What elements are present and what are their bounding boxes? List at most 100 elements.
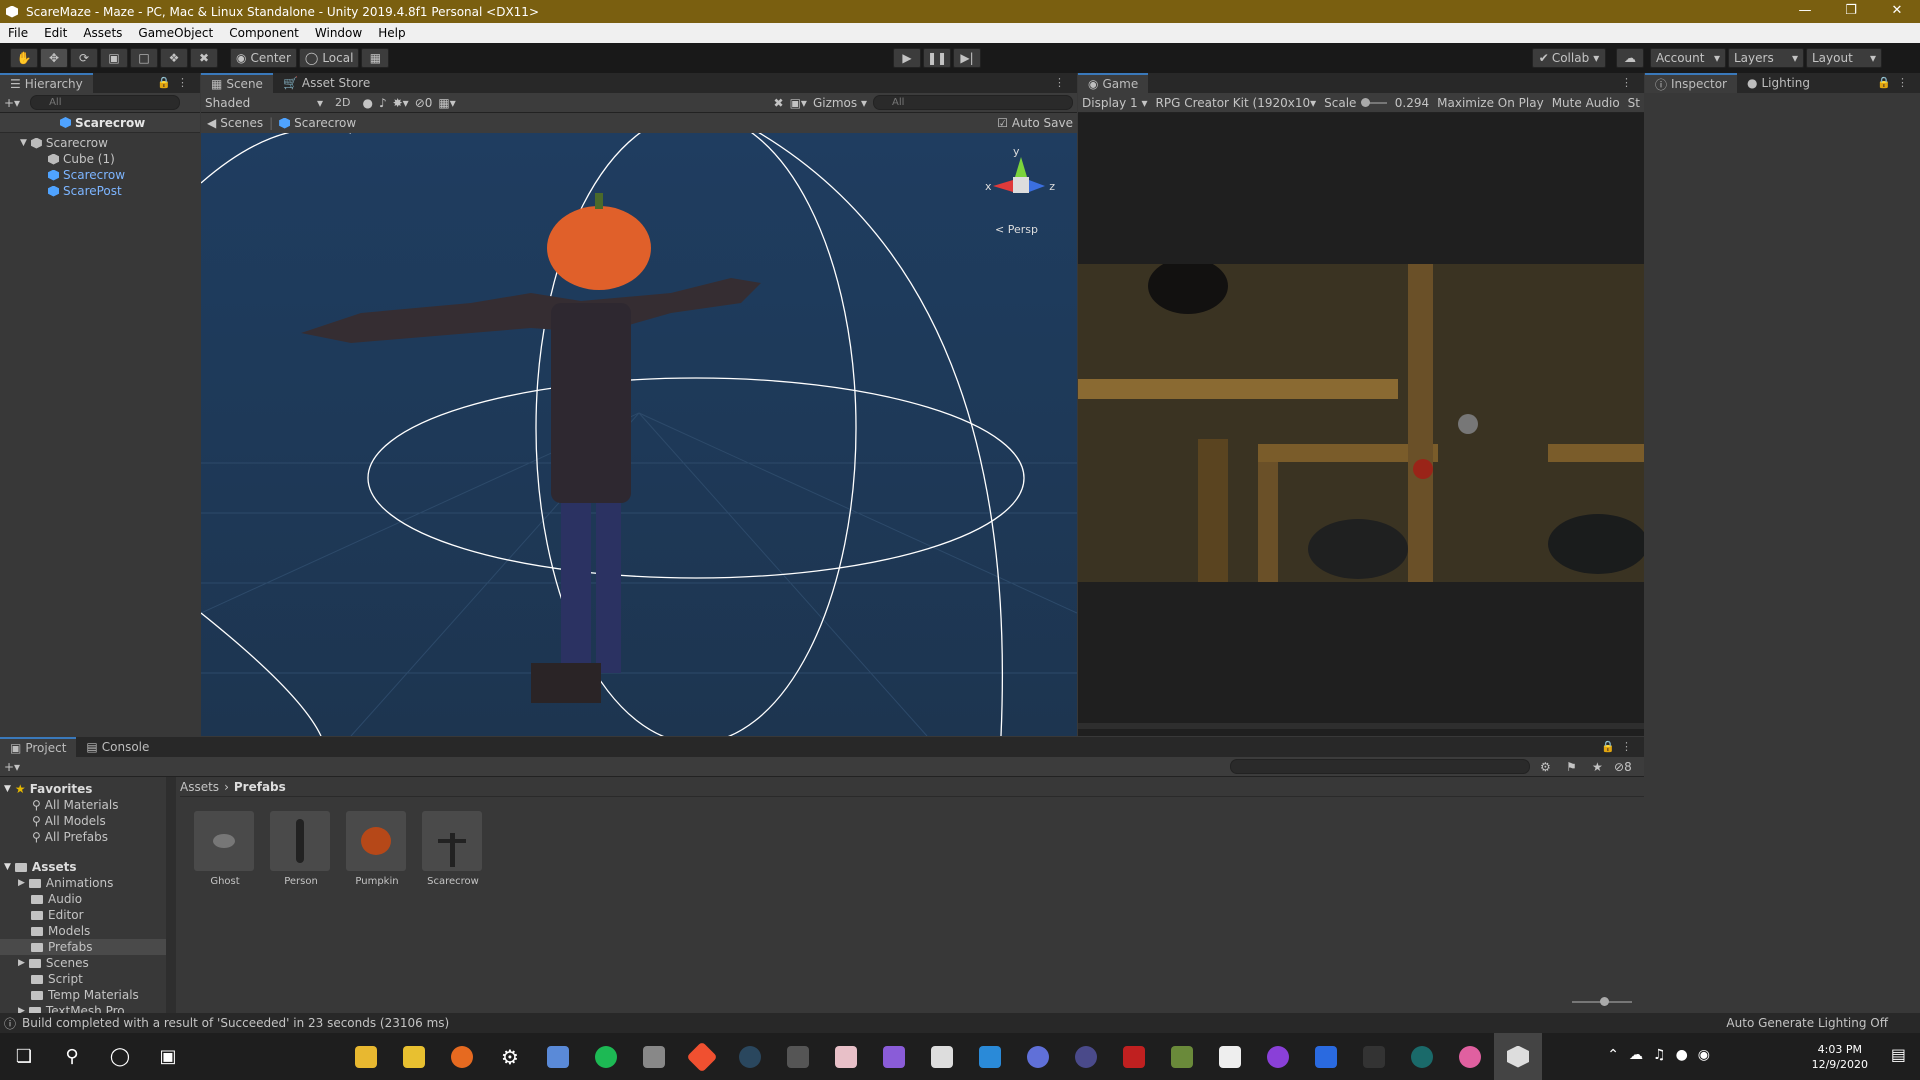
tab-asset-store[interactable]: 🛒 Asset Store bbox=[273, 73, 380, 93]
steam-icon[interactable] bbox=[726, 1033, 774, 1080]
firefox-icon[interactable] bbox=[438, 1033, 486, 1080]
menu-icon[interactable]: ⋮ bbox=[1621, 76, 1638, 89]
tab-project[interactable]: ▣ Project bbox=[0, 737, 77, 757]
display-dropdown[interactable]: Display 1 ▾ bbox=[1082, 96, 1148, 110]
settings-icon[interactable]: ⚙ bbox=[486, 1033, 534, 1080]
tree-item[interactable]: Cube (1) bbox=[48, 151, 200, 167]
lock-icon[interactable]: 🔒⋮ bbox=[1601, 740, 1638, 753]
game-scrollbar[interactable] bbox=[1078, 723, 1644, 729]
shading-dropdown[interactable]: Shaded ▾ bbox=[205, 96, 323, 110]
menu-help[interactable]: Help bbox=[370, 23, 413, 43]
asset-item[interactable]: Person bbox=[270, 811, 332, 887]
menu-component[interactable]: Component bbox=[221, 23, 307, 43]
unity-hub-icon[interactable] bbox=[918, 1033, 966, 1080]
menu-icon[interactable]: ⋮ bbox=[1054, 76, 1071, 89]
folder-item[interactable]: Audio bbox=[0, 891, 168, 907]
mute-audio-toggle[interactable]: Mute Audio bbox=[1552, 96, 1620, 110]
back-icon[interactable]: ◀ bbox=[207, 116, 216, 130]
pivot-center-button[interactable]: ◉ Center bbox=[230, 48, 297, 68]
expand-icon[interactable]: ▼ bbox=[20, 135, 27, 151]
folder-item[interactable]: Script bbox=[0, 971, 168, 987]
collab-button[interactable]: ✔ Collab ▾ bbox=[1532, 48, 1606, 68]
filezilla-icon[interactable] bbox=[1110, 1033, 1158, 1080]
audio-icon[interactable]: ♪ bbox=[379, 96, 387, 110]
icon-size-slider-handle[interactable] bbox=[1600, 997, 1609, 1006]
tab-inspector[interactable]: ⓘ Inspector bbox=[1645, 73, 1737, 93]
hierarchy-search-input[interactable]: All bbox=[30, 95, 181, 110]
blue-app-icon[interactable] bbox=[1302, 1033, 1350, 1080]
2d-toggle[interactable]: 2D bbox=[329, 96, 356, 109]
assets-header[interactable]: ▼ Assets bbox=[0, 859, 168, 875]
restore-icon[interactable]: ❐ bbox=[1828, 0, 1874, 23]
menu-file[interactable]: File bbox=[0, 23, 36, 43]
favorite-item[interactable]: ⚲ All Prefabs bbox=[0, 829, 168, 845]
menu-assets[interactable]: Assets bbox=[75, 23, 130, 43]
favorite-star-icon[interactable]: ★ bbox=[1592, 760, 1603, 774]
notion-icon[interactable] bbox=[1206, 1033, 1254, 1080]
folder-item[interactable]: Temp Materials bbox=[0, 987, 168, 1003]
tree-item[interactable]: ScarePost bbox=[48, 183, 200, 199]
menu-gameobject[interactable]: GameObject bbox=[130, 23, 221, 43]
folder-item[interactable]: ▶ Scenes bbox=[0, 955, 168, 971]
minimize-icon[interactable]: — bbox=[1782, 0, 1828, 23]
folder-item-selected[interactable]: Prefabs bbox=[0, 939, 168, 955]
play-button[interactable]: ▶ bbox=[893, 48, 921, 68]
anime-app-icon[interactable] bbox=[822, 1033, 870, 1080]
app-icon[interactable] bbox=[774, 1033, 822, 1080]
scale-slider[interactable] bbox=[1361, 97, 1387, 107]
account-dropdown[interactable]: Account ▾ bbox=[1650, 48, 1726, 68]
scene-header[interactable]: Scarecrow bbox=[0, 113, 200, 133]
custom-tool-icon[interactable]: ✖ bbox=[190, 48, 218, 68]
folder-item[interactable]: ▶ TextMesh Pro bbox=[0, 1003, 168, 1013]
asset-item[interactable]: Ghost bbox=[194, 811, 256, 887]
media-icon[interactable] bbox=[1254, 1033, 1302, 1080]
create-icon[interactable]: +▾ bbox=[4, 760, 20, 774]
hand-tool-icon[interactable]: ✋ bbox=[10, 48, 38, 68]
files-icon[interactable] bbox=[390, 1033, 438, 1080]
clock[interactable]: 4:03 PM 12/9/2020 bbox=[1812, 1042, 1868, 1072]
hidden-packages-icon[interactable]: ⊘8 bbox=[1614, 760, 1632, 774]
system-tray-icons[interactable]: ⌃☁♫●◉ bbox=[1607, 1047, 1720, 1063]
scale-slider-handle[interactable] bbox=[1361, 97, 1371, 107]
lock-icon[interactable]: 🔒⋮ bbox=[157, 76, 194, 89]
menu-window[interactable]: Window bbox=[307, 23, 370, 43]
scale-tool-icon[interactable]: ▣ bbox=[100, 48, 128, 68]
tab-game[interactable]: ◉ Game bbox=[1078, 73, 1149, 93]
favorite-item[interactable]: ⚲ All Materials bbox=[0, 797, 168, 813]
gizmos-dropdown[interactable]: Gizmos ▾ bbox=[813, 96, 867, 110]
pivot-local-button[interactable]: ◯ Local bbox=[298, 48, 360, 68]
auto-lighting-status[interactable]: Auto Generate Lighting Off bbox=[1726, 1016, 1888, 1030]
gog-icon[interactable] bbox=[1398, 1033, 1446, 1080]
visual-studio-icon[interactable] bbox=[870, 1033, 918, 1080]
spotify-icon[interactable] bbox=[582, 1033, 630, 1080]
camera-icon[interactable]: ▣▾ bbox=[790, 96, 807, 110]
image-viewer-icon[interactable] bbox=[630, 1033, 678, 1080]
epic-games-icon[interactable] bbox=[1350, 1033, 1398, 1080]
menu-edit[interactable]: Edit bbox=[36, 23, 75, 43]
asset-item[interactable]: Scarecrow bbox=[422, 811, 484, 887]
paint-icon[interactable] bbox=[1158, 1033, 1206, 1080]
breadcrumb-assets[interactable]: Assets bbox=[180, 780, 219, 794]
tab-console[interactable]: ▤ Console bbox=[76, 737, 159, 757]
layers-dropdown[interactable]: Layers ▾ bbox=[1728, 48, 1804, 68]
transform-tool-icon[interactable]: ❖ bbox=[160, 48, 188, 68]
hidden-objects-icon[interactable]: ⊘0 bbox=[415, 96, 433, 110]
vscode-icon[interactable] bbox=[966, 1033, 1014, 1080]
filter-type-icon[interactable]: ⚙ bbox=[1540, 760, 1551, 774]
folder-item[interactable]: Models bbox=[0, 923, 168, 939]
z-axis-cone[interactable] bbox=[1029, 180, 1045, 192]
effects-icon[interactable]: ✸▾ bbox=[393, 96, 409, 110]
persp-label[interactable]: < Persp bbox=[995, 223, 1038, 236]
git-icon[interactable] bbox=[678, 1033, 726, 1080]
calculator-icon[interactable] bbox=[534, 1033, 582, 1080]
orientation-gizmo[interactable]: y x z < Persp bbox=[985, 145, 1055, 240]
tree-item-root[interactable]: ▼ Scarecrow bbox=[20, 135, 200, 151]
filter-label-icon[interactable]: ⚑ bbox=[1566, 760, 1577, 774]
icon-size-slider[interactable] bbox=[1572, 997, 1632, 1006]
breadcrumb-prefab[interactable]: Scarecrow bbox=[294, 116, 356, 130]
lock-icon[interactable]: 🔒⋮ bbox=[1877, 76, 1914, 89]
folder-item[interactable]: ▶ Animations bbox=[0, 875, 168, 891]
scene-viewport[interactable]: ◀ Scenes | Scarecrow ☑ Auto Save y x z <… bbox=[201, 113, 1077, 736]
tab-lighting[interactable]: ● Lighting bbox=[1737, 73, 1820, 93]
asset-item[interactable]: Pumpkin bbox=[346, 811, 408, 887]
